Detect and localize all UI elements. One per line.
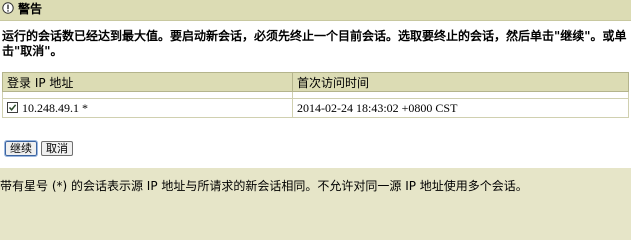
- session-ip-cell: 10.248.49.1 *: [2, 98, 293, 118]
- table-spacer-row: [2, 91, 629, 99]
- session-select-checkbox[interactable]: [7, 101, 18, 113]
- session-first-access-time: 2014-02-24 18:43:02 +0800 CST: [297, 100, 458, 115]
- warning-icon: [2, 2, 14, 14]
- warning-message-line1: 运行的会话数已经达到最大值。要启动新会话，必须先终止一个目前会话。选取要终止的会…: [2, 29, 627, 43]
- warning-header: 警告: [0, 0, 631, 21]
- table-header-row: 登录 IP 地址 首次访问时间: [2, 72, 629, 92]
- session-ip: 10.248.49.1 *: [22, 100, 88, 115]
- cancel-button[interactable]: 取消: [41, 141, 73, 156]
- table-row: 10.248.49.1 * 2014-02-24 18:43:02 +0800 …: [2, 98, 629, 118]
- column-header-first-access-time: 首次访问时间: [292, 72, 629, 92]
- session-time-cell: 2014-02-24 18:43:02 +0800 CST: [292, 98, 629, 118]
- warning-title: 警告: [18, 2, 43, 16]
- session-table: 登录 IP 地址 首次访问时间 10.248.49.1 * 2014-02-24…: [2, 72, 629, 118]
- warning-message: 运行的会话数已经达到最大值。要启动新会话，必须先终止一个目前会话。选取要终止的会…: [2, 29, 631, 59]
- column-header-login-ip: 登录 IP 地址: [2, 72, 293, 92]
- continue-button[interactable]: 继续: [4, 140, 38, 157]
- asterisk-footnote: 带有星号 (*) 的会话表示源 IP 地址与所请求的新会话相同。不允许对同一源 …: [0, 179, 528, 193]
- warning-panel: 警告 运行的会话数已经达到最大值。要启动新会话，必须先终止一个目前会话。选取要终…: [0, 0, 631, 168]
- warning-message-line2: 击"取消"。: [2, 44, 63, 58]
